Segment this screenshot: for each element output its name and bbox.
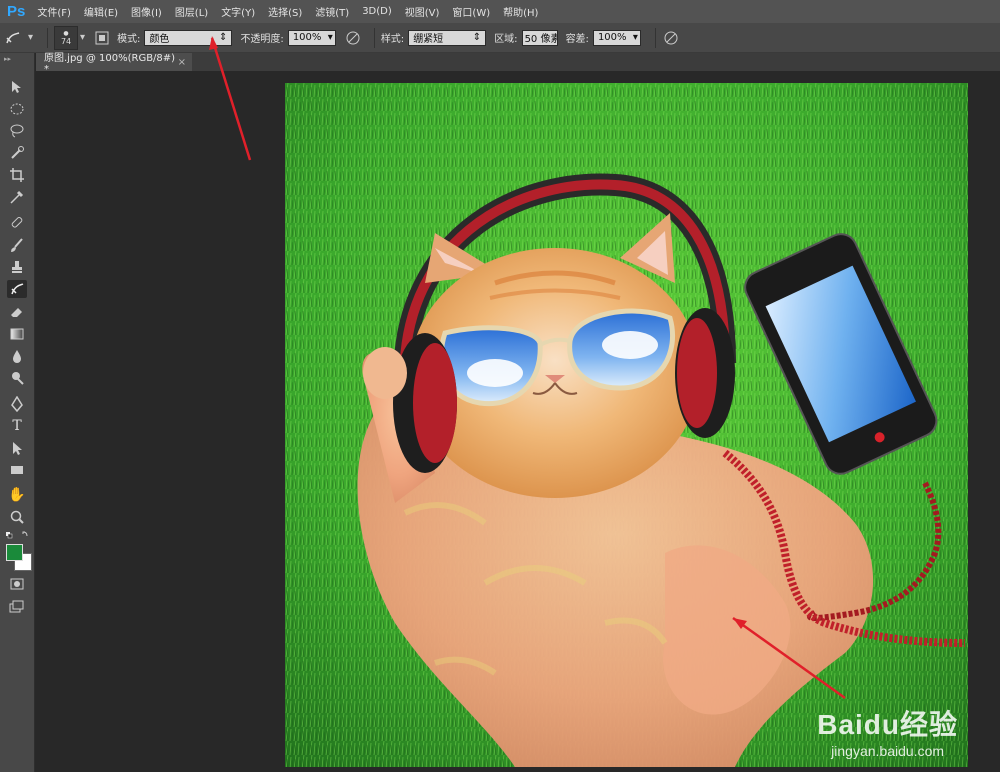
rectangle-tool-icon[interactable] <box>7 461 27 479</box>
menu-layer[interactable]: 图层(L) <box>175 4 208 19</box>
chevron-down-icon[interactable]: ▾ <box>633 32 638 43</box>
quick-select-tool-icon[interactable] <box>7 144 27 162</box>
brush-size-value: 74 <box>60 36 72 46</box>
menu-file[interactable]: 文件(F) <box>37 4 71 19</box>
chevron-down-icon[interactable]: ▾ <box>328 32 333 43</box>
eyedropper-tool-icon[interactable] <box>7 188 27 206</box>
divider <box>373 27 375 48</box>
clone-stamp-tool-icon[interactable] <box>7 258 27 276</box>
menu-bar: Ps 文件(F) 编辑(E) 图像(I) 图层(L) 文字(Y) 选择(S) 滤… <box>0 0 1000 23</box>
divider <box>654 27 656 48</box>
baidu-watermark: Baidu经验 jingyan.baidu.com <box>817 703 958 759</box>
menu-help[interactable]: 帮助(H) <box>503 4 538 19</box>
lasso-tool-icon[interactable] <box>7 122 27 140</box>
pen-tool-icon[interactable] <box>7 395 27 413</box>
opacity-value: 100% <box>292 32 322 43</box>
watermark-url: jingyan.baidu.com <box>831 743 945 759</box>
healing-brush-tool-icon[interactable] <box>7 214 27 232</box>
tolerance-value: 100% <box>597 32 627 43</box>
dodge-tool-icon[interactable] <box>7 369 27 387</box>
eraser-tool-icon[interactable] <box>7 303 27 321</box>
close-icon[interactable]: × <box>178 57 186 68</box>
menu-image[interactable]: 图像(I) <box>131 4 162 19</box>
mode-label: 模式: <box>117 34 141 45</box>
tool-preset-chevron-icon[interactable]: ▾ <box>28 32 33 43</box>
zoom-tool-icon[interactable] <box>7 508 27 526</box>
watermark-brand: Baidu经验 <box>817 709 958 740</box>
style-label: 样式: <box>380 34 405 45</box>
style-select[interactable]: 绷紧短 ⇕ <box>408 29 487 46</box>
brush-size-picker[interactable]: ● 74 <box>54 25 79 50</box>
type-tool-icon[interactable]: T <box>7 417 27 435</box>
path-select-tool-icon[interactable] <box>7 439 27 457</box>
marquee-tool-icon[interactable] <box>7 100 27 118</box>
tolerance-label: 容差: <box>565 34 589 45</box>
annotation-arrow <box>209 36 252 161</box>
art-history-brush-icon[interactable] <box>4 29 22 47</box>
crop-tool-icon[interactable] <box>7 166 27 184</box>
photoshop-logo: Ps <box>7 3 26 20</box>
opacity-field[interactable]: 100% ▾ <box>287 29 336 46</box>
menu-view[interactable]: 视图(V) <box>405 4 440 19</box>
document-tabs: 原图.jpg @ 100%(RGB/8#) * × <box>36 53 1000 75</box>
hand-tool-icon[interactable]: ✋ <box>7 486 27 504</box>
menu-window[interactable]: 窗口(W) <box>452 4 490 19</box>
gradient-tool-icon[interactable] <box>7 325 27 343</box>
blur-tool-icon[interactable] <box>7 347 27 365</box>
pressure-opacity-icon[interactable] <box>344 29 362 47</box>
move-tool-icon[interactable] <box>7 78 27 96</box>
area-label: 区域: <box>494 34 518 45</box>
divider <box>47 27 49 48</box>
mode-value: 颜色 <box>149 34 170 45</box>
brush-chevron-icon[interactable]: ▾ <box>80 32 85 43</box>
screen-mode-icon[interactable] <box>7 598 27 616</box>
document-tab[interactable]: 原图.jpg @ 100%(RGB/8#) * × <box>36 53 192 75</box>
menu-select[interactable]: 选择(S) <box>268 4 302 19</box>
style-value: 绷紧短 <box>413 34 444 45</box>
menu-edit[interactable]: 编辑(E) <box>84 4 118 19</box>
art-history-brush-tool-icon[interactable] <box>7 280 27 298</box>
document-image[interactable]: Baidu经验 jingyan.baidu.com <box>285 83 968 767</box>
foreground-color-swatch[interactable] <box>6 544 23 561</box>
swap-colors-icon[interactable] <box>5 530 31 540</box>
tolerance-field[interactable]: 100% ▾ <box>592 29 641 46</box>
brush-tool-icon[interactable] <box>7 236 27 254</box>
tools-panel: ▸▸ T ✋ <box>0 53 35 772</box>
menu-filter[interactable]: 滤镜(T) <box>315 4 349 19</box>
brush-dot-icon: ● <box>63 29 69 37</box>
area-value: 50 像素 <box>524 34 558 45</box>
collapse-icon[interactable]: ▸▸ <box>4 55 11 63</box>
area-field[interactable]: 50 像素 <box>521 29 558 46</box>
updown-arrows-icon: ⇕ <box>472 32 482 43</box>
pressure-size-icon[interactable] <box>662 29 680 47</box>
brush-panel-icon[interactable] <box>93 29 111 47</box>
menu-type[interactable]: 文字(Y) <box>221 4 255 19</box>
menu-3d[interactable]: 3D(D) <box>362 6 392 17</box>
quick-mask-icon[interactable] <box>7 575 27 593</box>
